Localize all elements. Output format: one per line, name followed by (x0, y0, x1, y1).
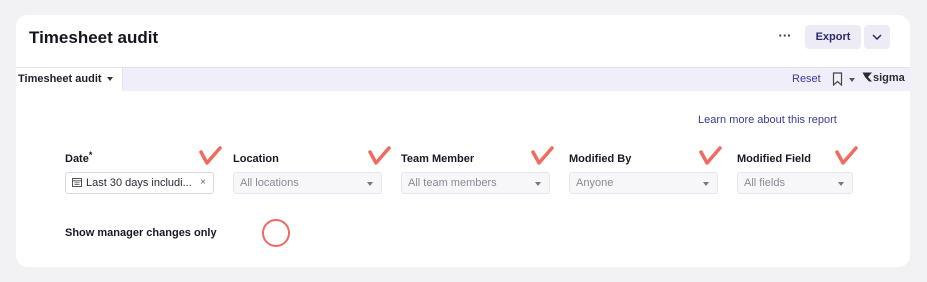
sigma-logo: sigma (862, 72, 905, 84)
location-placeholder: All locations (240, 177, 299, 189)
caret-down-icon (106, 77, 113, 82)
modified-by-placeholder: Anyone (576, 177, 614, 189)
bookmark-caret-icon[interactable] (849, 78, 855, 82)
reset-button[interactable]: Reset (792, 73, 821, 85)
annotation-check-icon (368, 146, 391, 165)
sigma-logo-text: sigma (873, 72, 905, 84)
chevron-down-icon (872, 34, 882, 40)
export-button[interactable]: Export (805, 25, 861, 49)
report-toolbar: Timesheet audit Reset sigma (16, 67, 910, 91)
team-member-filter-label: Team Member (401, 153, 475, 165)
modified-by-select[interactable]: Anyone (569, 172, 718, 194)
team-member-select[interactable]: All team members (401, 172, 550, 194)
location-select[interactable]: All locations (233, 172, 382, 194)
caret-down-icon (838, 182, 844, 186)
date-filter-label: Date* (65, 150, 93, 165)
modified-by-filter-label: Modified By (569, 153, 632, 165)
date-label-text: Date (65, 153, 89, 165)
more-options-button[interactable]: ··· (776, 29, 794, 47)
manager-changes-label: Show manager changes only (65, 227, 217, 239)
calendar-icon (72, 178, 82, 188)
clear-icon[interactable]: × (200, 173, 206, 193)
caret-down-icon (367, 182, 373, 186)
learn-more-link[interactable]: Learn more about this report (698, 114, 837, 126)
date-filter-select[interactable]: Last 30 days includi... × (65, 172, 214, 194)
location-filter-label: Location (233, 153, 279, 165)
annotation-check-icon (199, 146, 222, 165)
caret-down-icon (703, 182, 709, 186)
caret-down-icon (535, 182, 541, 186)
modified-field-filter-label: Modified Field (737, 153, 811, 165)
date-filter-value: Last 30 days includi... (86, 177, 192, 189)
sigma-mark-icon (862, 72, 872, 82)
annotation-check-icon (835, 146, 858, 165)
tab-timesheet-audit[interactable]: Timesheet audit (16, 68, 123, 91)
annotation-check-icon (699, 146, 722, 165)
report-card: Timesheet audit ··· Export Timesheet aud… (16, 15, 910, 267)
annotation-check-icon (531, 146, 554, 165)
export-dropdown-button[interactable] (864, 25, 890, 49)
tab-label: Timesheet audit (18, 73, 102, 85)
manager-changes-toggle[interactable] (262, 219, 290, 247)
team-member-placeholder: All team members (408, 177, 497, 189)
modified-field-select[interactable]: All fields (737, 172, 853, 194)
page-title: Timesheet audit (29, 28, 159, 47)
required-marker: * (88, 150, 93, 160)
bookmark-icon[interactable] (832, 72, 843, 86)
modified-field-placeholder: All fields (744, 177, 785, 189)
